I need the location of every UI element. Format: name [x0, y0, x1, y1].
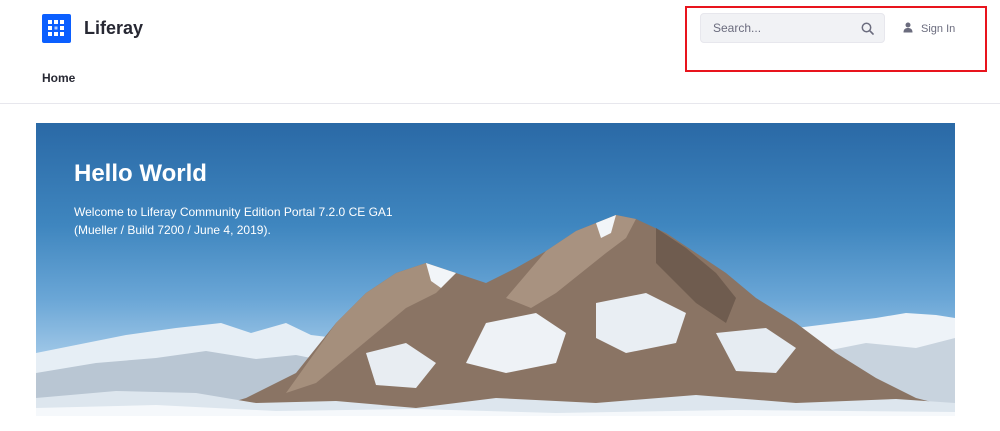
hero-banner: Hello World Welcome to Liferay Community… — [36, 123, 955, 416]
nav-item-home[interactable]: Home — [42, 71, 75, 85]
main-navigation: Home — [42, 69, 75, 87]
liferay-logo-icon — [42, 13, 71, 43]
hero-title: Hello World — [74, 160, 207, 187]
annotation-highlight-box — [685, 6, 987, 72]
hero-description: Welcome to Liferay Community Edition Por… — [74, 205, 393, 237]
site-name: Liferay — [84, 17, 144, 38]
site-brand-link[interactable]: Liferay — [42, 12, 143, 44]
